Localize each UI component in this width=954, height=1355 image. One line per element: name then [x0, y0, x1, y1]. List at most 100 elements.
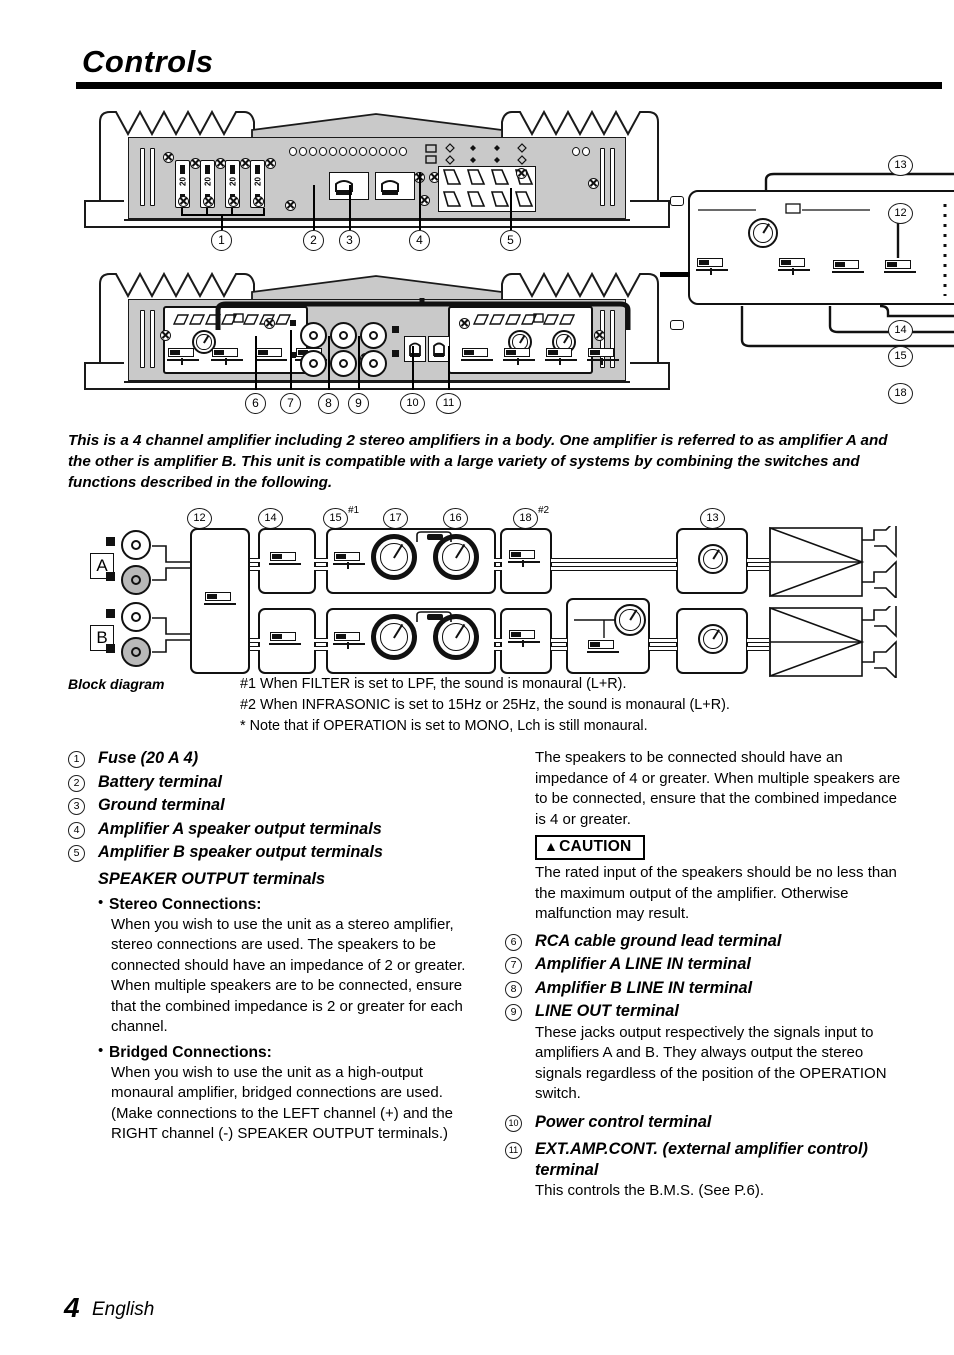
bd-sup-1: #1: [348, 505, 360, 516]
bullet-title: Stereo Connections:: [109, 895, 262, 913]
item-heading: Amplifier B LINE IN terminal: [535, 978, 753, 997]
leader-line: [181, 208, 183, 216]
list-item: 8 Amplifier B LINE IN terminal: [505, 978, 905, 999]
bullet-bridged-connections: Bridged Connections: When you wish to us…: [68, 1042, 472, 1145]
screw: [228, 196, 239, 207]
bd-block-12: [190, 528, 250, 674]
bd-knob-17-b: [371, 614, 417, 660]
right-intro-text: The speakers to be connected should have…: [535, 749, 901, 828]
item-body: This controls the B.M.S. (See P.6).: [535, 1182, 764, 1199]
list-item: 9 LINE OUT terminal These jacks output r…: [505, 1001, 905, 1105]
bd-bus: [649, 638, 677, 643]
dip-switch[interactable]: [211, 348, 243, 361]
item-number: 7: [505, 957, 522, 974]
item-heading: Fuse (20 A 4): [98, 749, 199, 767]
bd-rca-b-left: [121, 602, 151, 632]
bd-bus: [551, 558, 677, 563]
bd-switch-14-b: [269, 632, 301, 645]
leader-line: [313, 185, 315, 230]
leader-line: [448, 346, 450, 390]
dip-switch[interactable]: [461, 348, 493, 361]
caution-badge: ▲CAUTION: [535, 835, 645, 860]
rca-jack[interactable]: [330, 350, 357, 377]
dip-switch[interactable]: [503, 348, 535, 361]
leader-line: [255, 336, 257, 390]
callout-12-side: 12: [888, 203, 913, 224]
amp-base-rail-bottom: [120, 381, 634, 390]
list-item: 2 Battery terminal: [68, 772, 472, 793]
bd-bus: [494, 646, 502, 651]
callout-10: 10: [400, 393, 425, 414]
item-heading: Battery terminal: [98, 772, 222, 791]
bd-bus: [250, 566, 260, 571]
page-language: English: [92, 1299, 155, 1320]
bd-callout-13: 13: [700, 508, 725, 529]
bd-callout-17: 17: [383, 508, 408, 529]
right-column: The speakers to be connected should have…: [505, 748, 905, 1205]
bd-knob-13-a: [698, 544, 728, 574]
bd-rca-a-right: [121, 565, 151, 595]
dip-switch[interactable]: [255, 348, 287, 361]
bd-jack-marker: [106, 644, 115, 653]
bd-bus: [314, 558, 328, 563]
leader-line: [358, 336, 360, 390]
bd-knob-13-b: [698, 624, 728, 654]
block-diagram-notes: #1 When FILTER is set to LPF, the sound …: [240, 674, 900, 737]
item-heading: Amplifier A speaker output terminals: [98, 819, 382, 838]
leader-line: [263, 208, 265, 216]
fuse-rating: 20: [253, 177, 263, 186]
intro-paragraph: This is a 4 channel amplifier including …: [68, 432, 888, 491]
screw: [160, 330, 171, 341]
item-number: 8: [505, 980, 522, 998]
item-body: These jacks output respectively the sign…: [535, 1023, 887, 1103]
dip-mark: [225, 358, 227, 365]
bd-block-14-a: [258, 528, 316, 594]
bd-block-14-b: [258, 608, 316, 674]
item-number: 11: [505, 1142, 522, 1159]
item-number: 6: [505, 933, 522, 951]
bd-rca-b-right: [121, 637, 151, 667]
bd-bus: [314, 646, 328, 651]
bd-callout-16: 16: [443, 508, 468, 529]
list-item: 4 Amplifier A speaker output terminals: [68, 819, 472, 840]
grille-slot: [150, 148, 155, 206]
bd-bus: [551, 638, 567, 643]
bd-bus: [649, 646, 677, 651]
bd-input-wires: [152, 545, 190, 653]
rca-jack[interactable]: [300, 350, 327, 377]
rca-jack[interactable]: [360, 350, 387, 377]
bd-bus: [551, 646, 567, 651]
bd-switch-18-a: [508, 550, 540, 563]
list-item: 3 Ground terminal: [68, 795, 472, 816]
bd-power-amp-b: [769, 606, 897, 678]
bd-knob-17-a: [371, 534, 417, 580]
callout-15-side: 15: [888, 346, 913, 367]
item-number: 10: [505, 1114, 522, 1132]
screw: [285, 200, 296, 211]
bd-callout-14: 14: [258, 508, 283, 529]
bd-bus: [250, 638, 260, 643]
terminal-clamps: [335, 180, 399, 195]
dip-switch[interactable]: [167, 348, 199, 361]
callout-6: 6: [245, 393, 266, 414]
bd-bus: [314, 566, 328, 571]
bd-dip-mark: [347, 642, 349, 649]
bd-bus: [494, 566, 502, 571]
bd-bus: [747, 646, 769, 651]
title-rule: [76, 82, 942, 89]
amp-left-bracket-bottom: [84, 362, 124, 390]
dip-switch[interactable]: [545, 348, 577, 361]
list-item: 5 Amplifier B speaker output terminals: [68, 842, 472, 863]
bd-sup-2: #2: [538, 505, 550, 516]
callout-3: 3: [339, 230, 360, 251]
amp-right-bracket-bottom: [630, 362, 670, 390]
dip-mark: [517, 358, 519, 365]
bd-callout-18: 18: [513, 508, 538, 529]
bd-jack-marker: [106, 537, 115, 546]
dip-mark: [181, 358, 183, 365]
callout-1: 1: [211, 230, 232, 251]
vent-holes-right: [572, 147, 590, 156]
warning-triangle-icon: ▲: [544, 838, 559, 854]
dip-switch[interactable]: [587, 348, 619, 361]
list-item: 7 Amplifier A LINE IN terminal: [505, 954, 905, 975]
